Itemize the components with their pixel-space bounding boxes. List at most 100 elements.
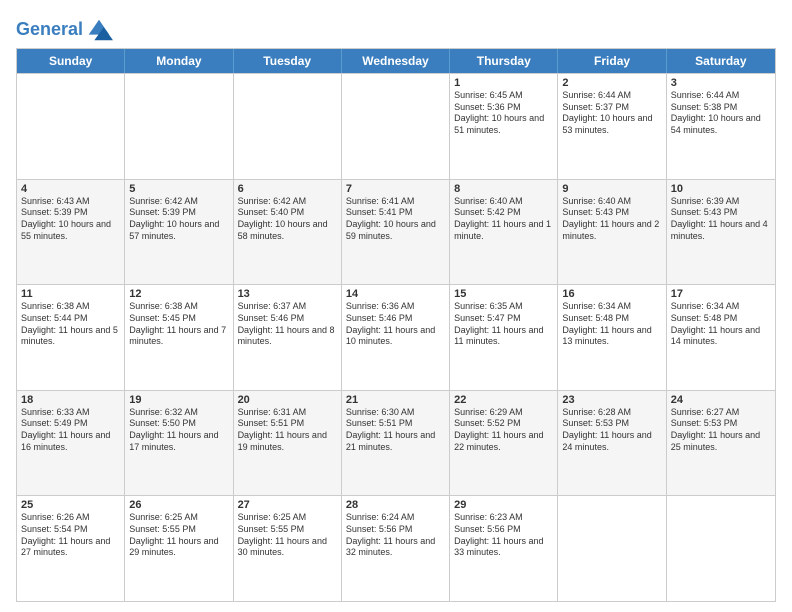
calendar-cell-3-6: 24Sunrise: 6:27 AM Sunset: 5:53 PM Dayli… xyxy=(667,391,775,496)
day-info: Sunrise: 6:34 AM Sunset: 5:48 PM Dayligh… xyxy=(562,301,661,348)
calendar-cell-4-5 xyxy=(558,496,666,601)
calendar-cell-1-0: 4Sunrise: 6:43 AM Sunset: 5:39 PM Daylig… xyxy=(17,180,125,285)
day-info: Sunrise: 6:28 AM Sunset: 5:53 PM Dayligh… xyxy=(562,407,661,454)
day-info: Sunrise: 6:44 AM Sunset: 5:37 PM Dayligh… xyxy=(562,90,661,137)
day-number: 26 xyxy=(129,499,228,511)
day-number: 29 xyxy=(454,499,553,511)
calendar-cell-1-2: 6Sunrise: 6:42 AM Sunset: 5:40 PM Daylig… xyxy=(234,180,342,285)
day-info: Sunrise: 6:45 AM Sunset: 5:36 PM Dayligh… xyxy=(454,90,553,137)
calendar-cell-0-6: 3Sunrise: 6:44 AM Sunset: 5:38 PM Daylig… xyxy=(667,74,775,179)
day-info: Sunrise: 6:39 AM Sunset: 5:43 PM Dayligh… xyxy=(671,196,771,243)
day-number: 12 xyxy=(129,288,228,300)
calendar-cell-3-1: 19Sunrise: 6:32 AM Sunset: 5:50 PM Dayli… xyxy=(125,391,233,496)
day-header-monday: Monday xyxy=(125,49,233,73)
logo: General xyxy=(16,16,113,40)
day-number: 14 xyxy=(346,288,445,300)
day-info: Sunrise: 6:38 AM Sunset: 5:44 PM Dayligh… xyxy=(21,301,120,348)
calendar-cell-1-6: 10Sunrise: 6:39 AM Sunset: 5:43 PM Dayli… xyxy=(667,180,775,285)
calendar-cell-0-0 xyxy=(17,74,125,179)
logo-icon xyxy=(85,16,113,44)
calendar-cell-1-3: 7Sunrise: 6:41 AM Sunset: 5:41 PM Daylig… xyxy=(342,180,450,285)
calendar-cell-2-3: 14Sunrise: 6:36 AM Sunset: 5:46 PM Dayli… xyxy=(342,285,450,390)
day-info: Sunrise: 6:37 AM Sunset: 5:46 PM Dayligh… xyxy=(238,301,337,348)
day-info: Sunrise: 6:42 AM Sunset: 5:39 PM Dayligh… xyxy=(129,196,228,243)
day-number: 1 xyxy=(454,77,553,89)
calendar-body: 1Sunrise: 6:45 AM Sunset: 5:36 PM Daylig… xyxy=(17,73,775,601)
calendar-cell-2-1: 12Sunrise: 6:38 AM Sunset: 5:45 PM Dayli… xyxy=(125,285,233,390)
day-number: 22 xyxy=(454,394,553,406)
calendar-cell-3-2: 20Sunrise: 6:31 AM Sunset: 5:51 PM Dayli… xyxy=(234,391,342,496)
calendar-cell-0-5: 2Sunrise: 6:44 AM Sunset: 5:37 PM Daylig… xyxy=(558,74,666,179)
calendar-cell-4-1: 26Sunrise: 6:25 AM Sunset: 5:55 PM Dayli… xyxy=(125,496,233,601)
day-number: 25 xyxy=(21,499,120,511)
day-number: 21 xyxy=(346,394,445,406)
day-number: 13 xyxy=(238,288,337,300)
calendar-cell-0-3 xyxy=(342,74,450,179)
day-number: 9 xyxy=(562,183,661,195)
header: General xyxy=(16,12,776,40)
day-info: Sunrise: 6:25 AM Sunset: 5:55 PM Dayligh… xyxy=(129,512,228,559)
day-number: 7 xyxy=(346,183,445,195)
calendar-cell-4-4: 29Sunrise: 6:23 AM Sunset: 5:56 PM Dayli… xyxy=(450,496,558,601)
day-info: Sunrise: 6:41 AM Sunset: 5:41 PM Dayligh… xyxy=(346,196,445,243)
day-number: 6 xyxy=(238,183,337,195)
day-number: 24 xyxy=(671,394,771,406)
calendar-cell-2-2: 13Sunrise: 6:37 AM Sunset: 5:46 PM Dayli… xyxy=(234,285,342,390)
calendar: SundayMondayTuesdayWednesdayThursdayFrid… xyxy=(16,48,776,602)
day-info: Sunrise: 6:40 AM Sunset: 5:42 PM Dayligh… xyxy=(454,196,553,243)
logo-text: General xyxy=(16,20,83,40)
day-info: Sunrise: 6:42 AM Sunset: 5:40 PM Dayligh… xyxy=(238,196,337,243)
calendar-cell-1-1: 5Sunrise: 6:42 AM Sunset: 5:39 PM Daylig… xyxy=(125,180,233,285)
calendar-row-4: 25Sunrise: 6:26 AM Sunset: 5:54 PM Dayli… xyxy=(17,495,775,601)
calendar-cell-3-5: 23Sunrise: 6:28 AM Sunset: 5:53 PM Dayli… xyxy=(558,391,666,496)
day-number: 2 xyxy=(562,77,661,89)
calendar-cell-2-0: 11Sunrise: 6:38 AM Sunset: 5:44 PM Dayli… xyxy=(17,285,125,390)
calendar-cell-1-5: 9Sunrise: 6:40 AM Sunset: 5:43 PM Daylig… xyxy=(558,180,666,285)
calendar-cell-4-6 xyxy=(667,496,775,601)
day-header-friday: Friday xyxy=(558,49,666,73)
calendar-cell-2-5: 16Sunrise: 6:34 AM Sunset: 5:48 PM Dayli… xyxy=(558,285,666,390)
day-info: Sunrise: 6:43 AM Sunset: 5:39 PM Dayligh… xyxy=(21,196,120,243)
calendar-header: SundayMondayTuesdayWednesdayThursdayFrid… xyxy=(17,49,775,73)
day-info: Sunrise: 6:34 AM Sunset: 5:48 PM Dayligh… xyxy=(671,301,771,348)
day-info: Sunrise: 6:35 AM Sunset: 5:47 PM Dayligh… xyxy=(454,301,553,348)
day-number: 18 xyxy=(21,394,120,406)
calendar-cell-1-4: 8Sunrise: 6:40 AM Sunset: 5:42 PM Daylig… xyxy=(450,180,558,285)
calendar-cell-0-2 xyxy=(234,74,342,179)
day-number: 19 xyxy=(129,394,228,406)
day-info: Sunrise: 6:30 AM Sunset: 5:51 PM Dayligh… xyxy=(346,407,445,454)
calendar-row-2: 11Sunrise: 6:38 AM Sunset: 5:44 PM Dayli… xyxy=(17,284,775,390)
calendar-cell-0-1 xyxy=(125,74,233,179)
day-number: 28 xyxy=(346,499,445,511)
calendar-cell-4-2: 27Sunrise: 6:25 AM Sunset: 5:55 PM Dayli… xyxy=(234,496,342,601)
day-number: 27 xyxy=(238,499,337,511)
calendar-cell-2-4: 15Sunrise: 6:35 AM Sunset: 5:47 PM Dayli… xyxy=(450,285,558,390)
day-info: Sunrise: 6:26 AM Sunset: 5:54 PM Dayligh… xyxy=(21,512,120,559)
day-info: Sunrise: 6:23 AM Sunset: 5:56 PM Dayligh… xyxy=(454,512,553,559)
day-info: Sunrise: 6:29 AM Sunset: 5:52 PM Dayligh… xyxy=(454,407,553,454)
calendar-cell-3-0: 18Sunrise: 6:33 AM Sunset: 5:49 PM Dayli… xyxy=(17,391,125,496)
day-info: Sunrise: 6:38 AM Sunset: 5:45 PM Dayligh… xyxy=(129,301,228,348)
day-number: 16 xyxy=(562,288,661,300)
calendar-cell-4-0: 25Sunrise: 6:26 AM Sunset: 5:54 PM Dayli… xyxy=(17,496,125,601)
day-header-tuesday: Tuesday xyxy=(234,49,342,73)
calendar-cell-0-4: 1Sunrise: 6:45 AM Sunset: 5:36 PM Daylig… xyxy=(450,74,558,179)
calendar-cell-2-6: 17Sunrise: 6:34 AM Sunset: 5:48 PM Dayli… xyxy=(667,285,775,390)
day-number: 8 xyxy=(454,183,553,195)
day-header-wednesday: Wednesday xyxy=(342,49,450,73)
calendar-cell-3-3: 21Sunrise: 6:30 AM Sunset: 5:51 PM Dayli… xyxy=(342,391,450,496)
day-number: 4 xyxy=(21,183,120,195)
day-info: Sunrise: 6:27 AM Sunset: 5:53 PM Dayligh… xyxy=(671,407,771,454)
calendar-cell-4-3: 28Sunrise: 6:24 AM Sunset: 5:56 PM Dayli… xyxy=(342,496,450,601)
day-number: 23 xyxy=(562,394,661,406)
day-number: 20 xyxy=(238,394,337,406)
day-number: 11 xyxy=(21,288,120,300)
day-number: 10 xyxy=(671,183,771,195)
day-info: Sunrise: 6:25 AM Sunset: 5:55 PM Dayligh… xyxy=(238,512,337,559)
day-info: Sunrise: 6:32 AM Sunset: 5:50 PM Dayligh… xyxy=(129,407,228,454)
day-number: 15 xyxy=(454,288,553,300)
day-info: Sunrise: 6:31 AM Sunset: 5:51 PM Dayligh… xyxy=(238,407,337,454)
day-header-saturday: Saturday xyxy=(667,49,775,73)
calendar-row-0: 1Sunrise: 6:45 AM Sunset: 5:36 PM Daylig… xyxy=(17,73,775,179)
day-info: Sunrise: 6:36 AM Sunset: 5:46 PM Dayligh… xyxy=(346,301,445,348)
